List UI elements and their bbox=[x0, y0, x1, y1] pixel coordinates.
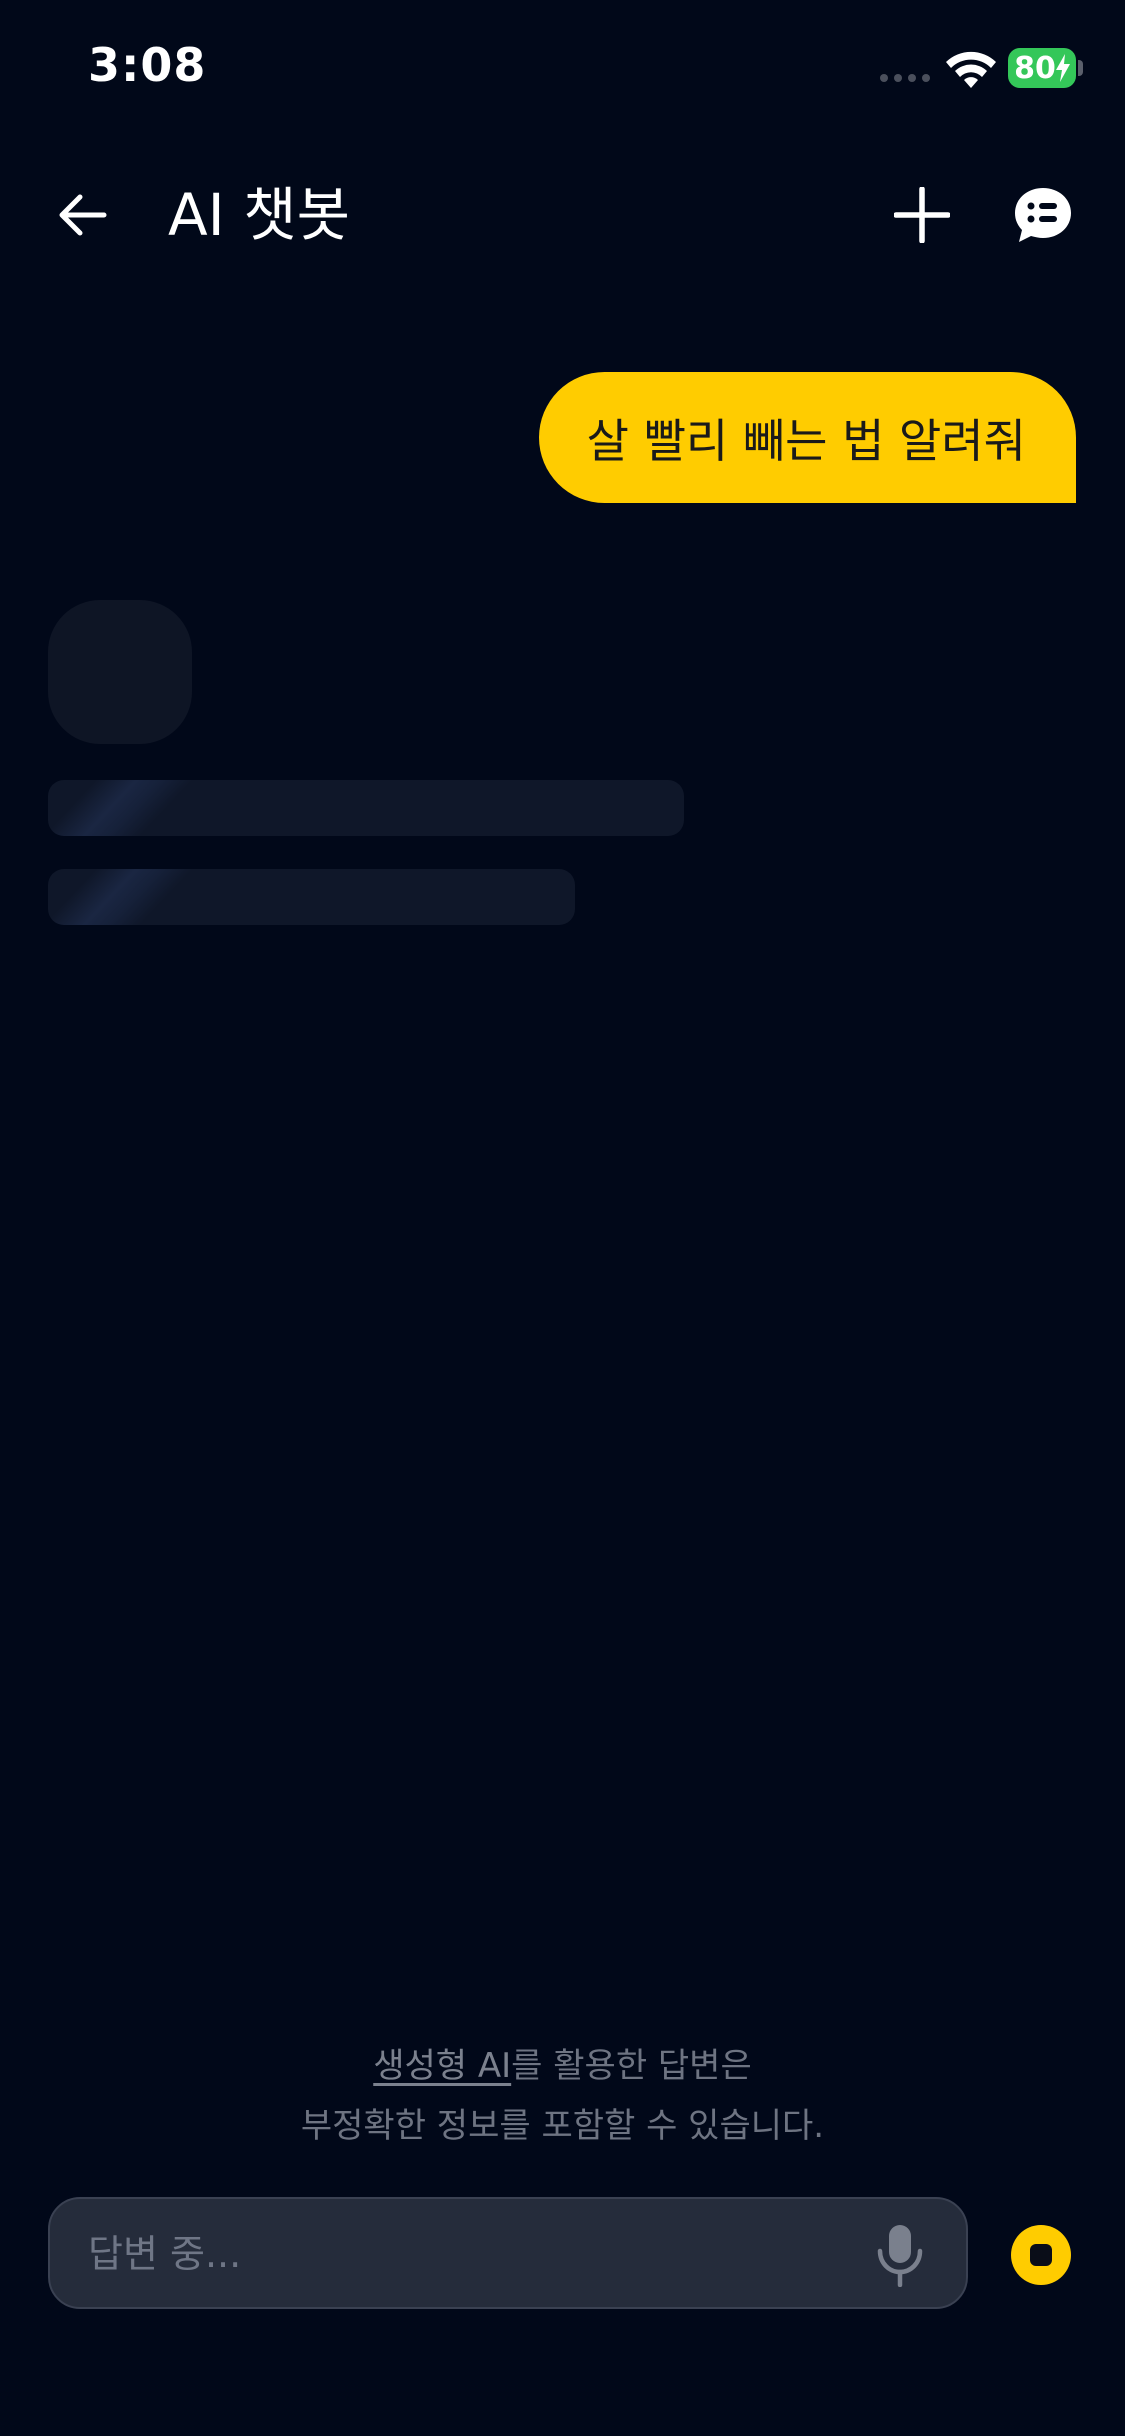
ai-disclaimer: 생성형 AI를 활용한 답변은 부정확한 정보를 포함할 수 있습니다. bbox=[0, 2036, 1125, 2156]
user-message-bubble: 살 빨리 빼는 법 알려줘 bbox=[538, 372, 1076, 503]
assistant-text-skeleton-line bbox=[48, 869, 575, 925]
battery-cap bbox=[1078, 60, 1083, 76]
cellular-signal-icon bbox=[880, 74, 930, 82]
page-title: AI 챗봇 bbox=[168, 181, 350, 249]
chat-history-button[interactable] bbox=[1010, 182, 1076, 248]
microphone-icon bbox=[877, 2225, 923, 2287]
app-header: AI 챗봇 bbox=[0, 160, 1125, 270]
arrow-left-icon bbox=[59, 194, 107, 236]
back-button[interactable] bbox=[50, 183, 114, 247]
wifi-icon bbox=[946, 51, 996, 88]
assistant-text-skeleton-line bbox=[48, 780, 684, 836]
disclaimer-line-1: 생성형 AI를 활용한 답변은 bbox=[0, 2036, 1125, 2096]
message-input-container bbox=[48, 2197, 968, 2309]
status-bar: 3:08 80 bbox=[0, 0, 1125, 130]
message-input[interactable] bbox=[86, 2199, 870, 2309]
status-time: 3:08 bbox=[88, 38, 207, 92]
chat-list-icon bbox=[1015, 188, 1071, 242]
stop-icon bbox=[1030, 2244, 1052, 2266]
stop-generating-button[interactable] bbox=[1011, 2225, 1071, 2285]
charging-bolt-icon bbox=[1056, 54, 1070, 82]
new-chat-button[interactable] bbox=[890, 183, 954, 247]
assistant-avatar-skeleton bbox=[48, 600, 192, 744]
generative-ai-link[interactable]: 생성형 AI bbox=[373, 2046, 511, 2086]
battery-level: 80 bbox=[1014, 50, 1056, 86]
disclaimer-line-2: 부정확한 정보를 포함할 수 있습니다. bbox=[300, 2106, 825, 2146]
voice-input-button[interactable] bbox=[872, 2223, 928, 2287]
plus-icon bbox=[894, 187, 950, 243]
battery-indicator: 80 bbox=[1008, 48, 1076, 88]
disclaimer-line-1-text: 를 활용한 답변은 bbox=[511, 2046, 752, 2086]
